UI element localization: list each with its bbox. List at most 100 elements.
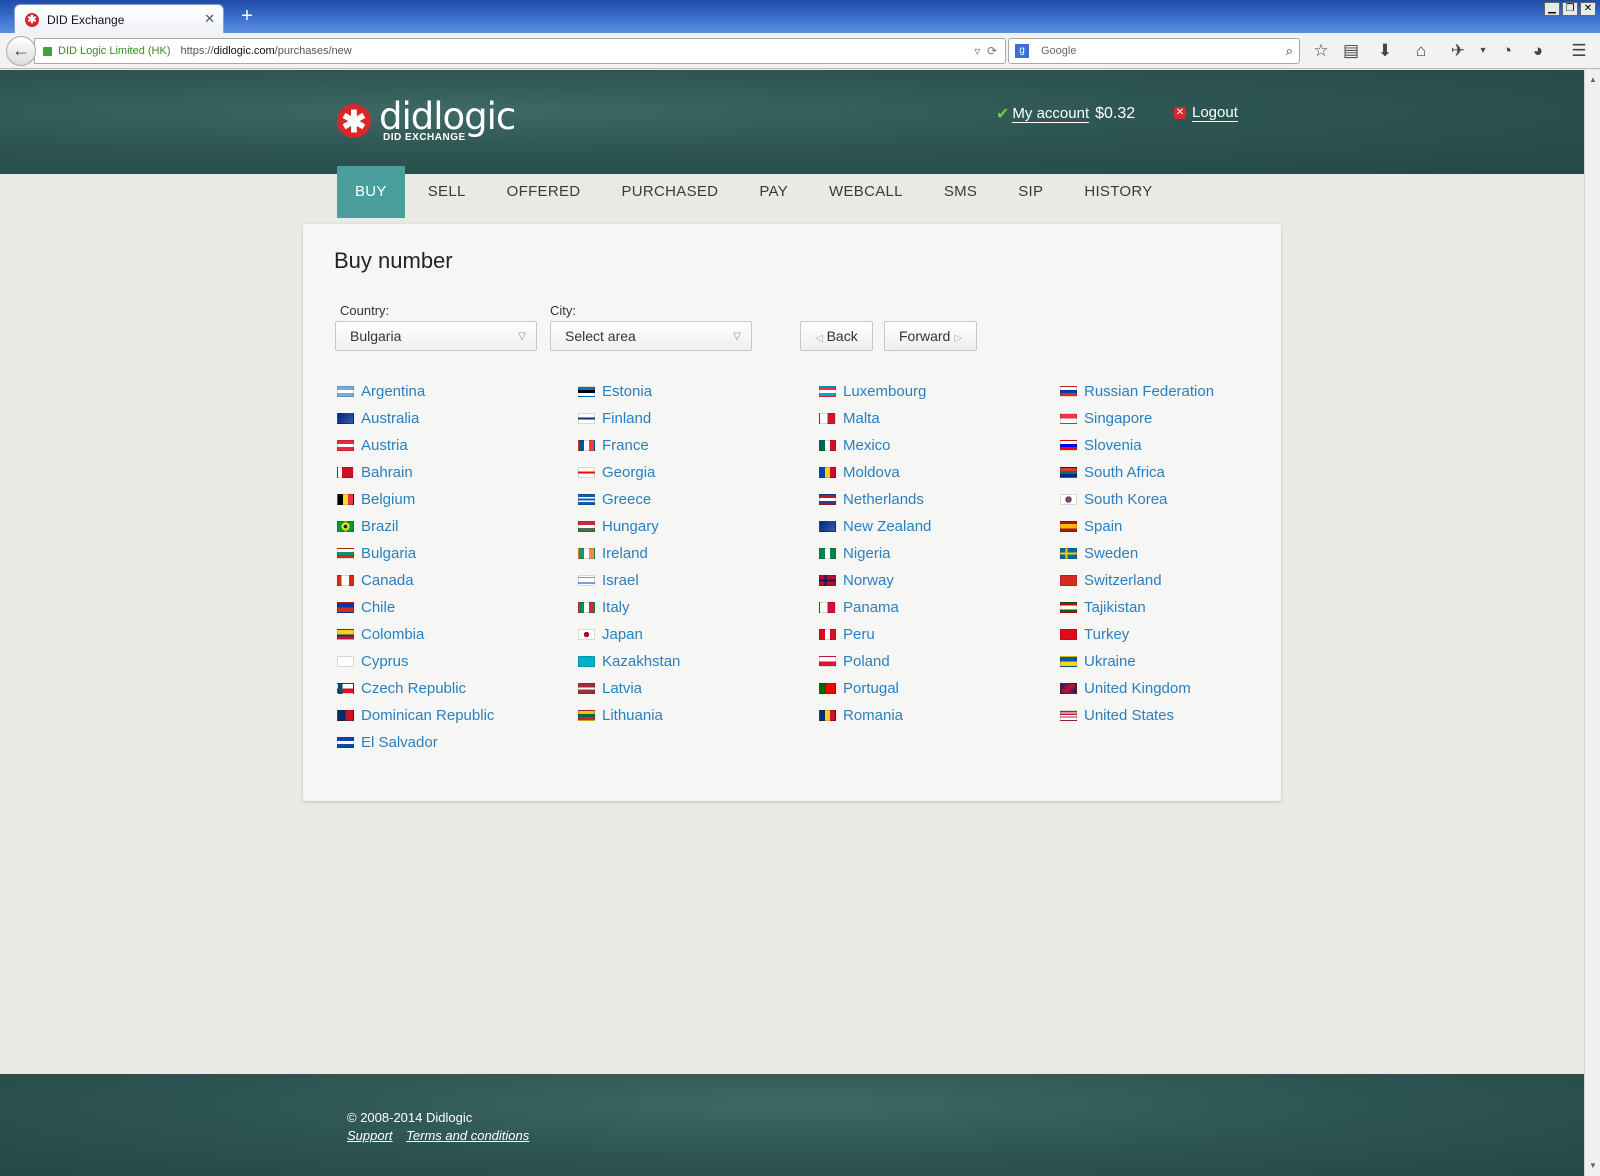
country-link-moldova[interactable]: Moldova	[819, 459, 1049, 486]
bookmark-star-icon[interactable]: ☆	[1310, 41, 1332, 61]
country-link-japan[interactable]: Japan	[578, 621, 808, 648]
country-link-portugal[interactable]: Portugal	[819, 675, 1049, 702]
menu-item-webcall[interactable]: WEBCALL	[811, 166, 921, 218]
logout-area[interactable]: ✕ Logout	[1174, 104, 1238, 122]
minimize-icon[interactable]: ▁	[1544, 2, 1560, 16]
country-link-hungary[interactable]: Hungary	[578, 513, 808, 540]
sync-icon[interactable]: ◔	[1496, 41, 1518, 61]
country-link-sweden[interactable]: Sweden	[1060, 540, 1290, 567]
menu-item-pay[interactable]: PAY	[741, 166, 806, 218]
menu-item-buy[interactable]: BUY	[337, 166, 405, 218]
country-link-peru[interactable]: Peru	[819, 621, 1049, 648]
country-link-turkey[interactable]: Turkey	[1060, 621, 1290, 648]
reading-list-icon[interactable]: ▤	[1340, 41, 1362, 61]
country-link-czech-republic[interactable]: Czech Republic	[337, 675, 567, 702]
history-icon[interactable]: ◕	[1527, 41, 1549, 61]
close-window-icon[interactable]: ✕	[1580, 2, 1596, 16]
forward-button[interactable]: Forward ▷	[884, 321, 977, 351]
country-link-kazakhstan[interactable]: Kazakhstan	[578, 648, 808, 675]
google-engine-icon[interactable]: g	[1015, 44, 1029, 58]
country-link-estonia[interactable]: Estonia	[578, 378, 808, 405]
menu-item-offered[interactable]: OFFERED	[489, 166, 599, 218]
menu-item-history[interactable]: HISTORY	[1066, 166, 1170, 218]
country-link-ukraine[interactable]: Ukraine	[1060, 648, 1290, 675]
my-account-link[interactable]: My account	[1012, 105, 1090, 123]
country-link-latvia[interactable]: Latvia	[578, 675, 808, 702]
country-link-singapore[interactable]: Singapore	[1060, 405, 1290, 432]
country-link-russian-federation[interactable]: Russian Federation	[1060, 378, 1290, 405]
country-link-argentina[interactable]: Argentina	[337, 378, 567, 405]
search-icon[interactable]: ⌕	[1286, 43, 1293, 59]
home-icon[interactable]: ⌂	[1410, 41, 1432, 61]
menu-item-sell[interactable]: SELL	[410, 166, 484, 218]
country-link-chile[interactable]: Chile	[337, 594, 567, 621]
country-link-poland[interactable]: Poland	[819, 648, 1049, 675]
country-link-united-states[interactable]: United States	[1060, 702, 1290, 729]
logo[interactable]: ✱ didlogic DID EXCHANGE	[337, 98, 516, 143]
download-icon[interactable]: ⬇	[1374, 41, 1396, 61]
back-arrow-icon[interactable]: ←	[6, 36, 36, 66]
country-link-tajikistan[interactable]: Tajikistan	[1060, 594, 1290, 621]
browser-tab[interactable]: ✱ DID Exchange ✕	[14, 4, 224, 34]
city-select[interactable]: Select area ▽	[550, 321, 752, 351]
country-link-lithuania[interactable]: Lithuania	[578, 702, 808, 729]
vertical-scrollbar[interactable]: ▲ ▼	[1584, 70, 1600, 1176]
country-link-brazil[interactable]: Brazil	[337, 513, 567, 540]
country-link-romania[interactable]: Romania	[819, 702, 1049, 729]
country-link-canada[interactable]: Canada	[337, 567, 567, 594]
extension-icon[interactable]: ✈	[1447, 41, 1469, 61]
tab-close-icon[interactable]: ✕	[204, 11, 215, 27]
country-link-ireland[interactable]: Ireland	[578, 540, 808, 567]
menu-item-sip[interactable]: SIP	[1000, 166, 1061, 218]
country-link-norway[interactable]: Norway	[819, 567, 1049, 594]
country-link-australia[interactable]: Australia	[337, 405, 567, 432]
country-link-panama[interactable]: Panama	[819, 594, 1049, 621]
scroll-down-icon[interactable]: ▼	[1587, 1160, 1599, 1172]
restore-icon[interactable]: ❐	[1562, 2, 1578, 16]
country-link-israel[interactable]: Israel	[578, 567, 808, 594]
country-link-south-korea[interactable]: South Korea	[1060, 486, 1290, 513]
country-link-italy[interactable]: Italy	[578, 594, 808, 621]
flag-icon	[819, 521, 836, 532]
country-link-nigeria[interactable]: Nigeria	[819, 540, 1049, 567]
country-link-bulgaria[interactable]: Bulgaria	[337, 540, 567, 567]
address-bar[interactable]: DID Logic Limited (HK) https://didlogic.…	[34, 38, 1006, 64]
country-select[interactable]: Bulgaria ▽	[335, 321, 537, 351]
country-link-france[interactable]: France	[578, 432, 808, 459]
country-link-colombia[interactable]: Colombia	[337, 621, 567, 648]
support-link[interactable]: Support	[347, 1128, 393, 1143]
country-link-south-africa[interactable]: South Africa	[1060, 459, 1290, 486]
country-link-el-salvador[interactable]: El Salvador	[337, 729, 567, 756]
site-identity[interactable]: DID Logic Limited (HK)	[58, 45, 170, 57]
country-link-spain[interactable]: Spain	[1060, 513, 1290, 540]
country-link-finland[interactable]: Finland	[578, 405, 808, 432]
menu-item-purchased[interactable]: PURCHASED	[603, 166, 736, 218]
country-link-belgium[interactable]: Belgium	[337, 486, 567, 513]
country-link-dominican-republic[interactable]: Dominican Republic	[337, 702, 567, 729]
terms-link[interactable]: Terms and conditions	[406, 1128, 529, 1143]
flag-icon	[578, 710, 595, 721]
dropdown-icon[interactable]: ▾	[1472, 41, 1494, 61]
country-link-slovenia[interactable]: Slovenia	[1060, 432, 1290, 459]
country-link-netherlands[interactable]: Netherlands	[819, 486, 1049, 513]
url-text[interactable]: https://didlogic.com/purchases/new	[180, 45, 351, 57]
country-link-georgia[interactable]: Georgia	[578, 459, 808, 486]
reload-icon[interactable]: ▿ ⟳	[974, 44, 997, 58]
country-link-malta[interactable]: Malta	[819, 405, 1049, 432]
logout-link[interactable]: Logout	[1192, 104, 1238, 122]
country-link-greece[interactable]: Greece	[578, 486, 808, 513]
menu-item-sms[interactable]: SMS	[926, 166, 995, 218]
country-link-luxembourg[interactable]: Luxembourg	[819, 378, 1049, 405]
new-tab-button[interactable]: +	[236, 4, 258, 28]
country-link-austria[interactable]: Austria	[337, 432, 567, 459]
search-bar[interactable]: g Google ⌕	[1008, 38, 1300, 64]
country-link-cyprus[interactable]: Cyprus	[337, 648, 567, 675]
country-link-united-kingdom[interactable]: United Kingdom	[1060, 675, 1290, 702]
menu-hamburger-icon[interactable]: ☰	[1568, 41, 1590, 61]
country-link-mexico[interactable]: Mexico	[819, 432, 1049, 459]
back-button[interactable]: ◁ Back	[800, 321, 873, 351]
scroll-up-icon[interactable]: ▲	[1587, 74, 1599, 86]
country-link-bahrain[interactable]: Bahrain	[337, 459, 567, 486]
country-link-switzerland[interactable]: Switzerland	[1060, 567, 1290, 594]
country-link-new-zealand[interactable]: New Zealand	[819, 513, 1049, 540]
